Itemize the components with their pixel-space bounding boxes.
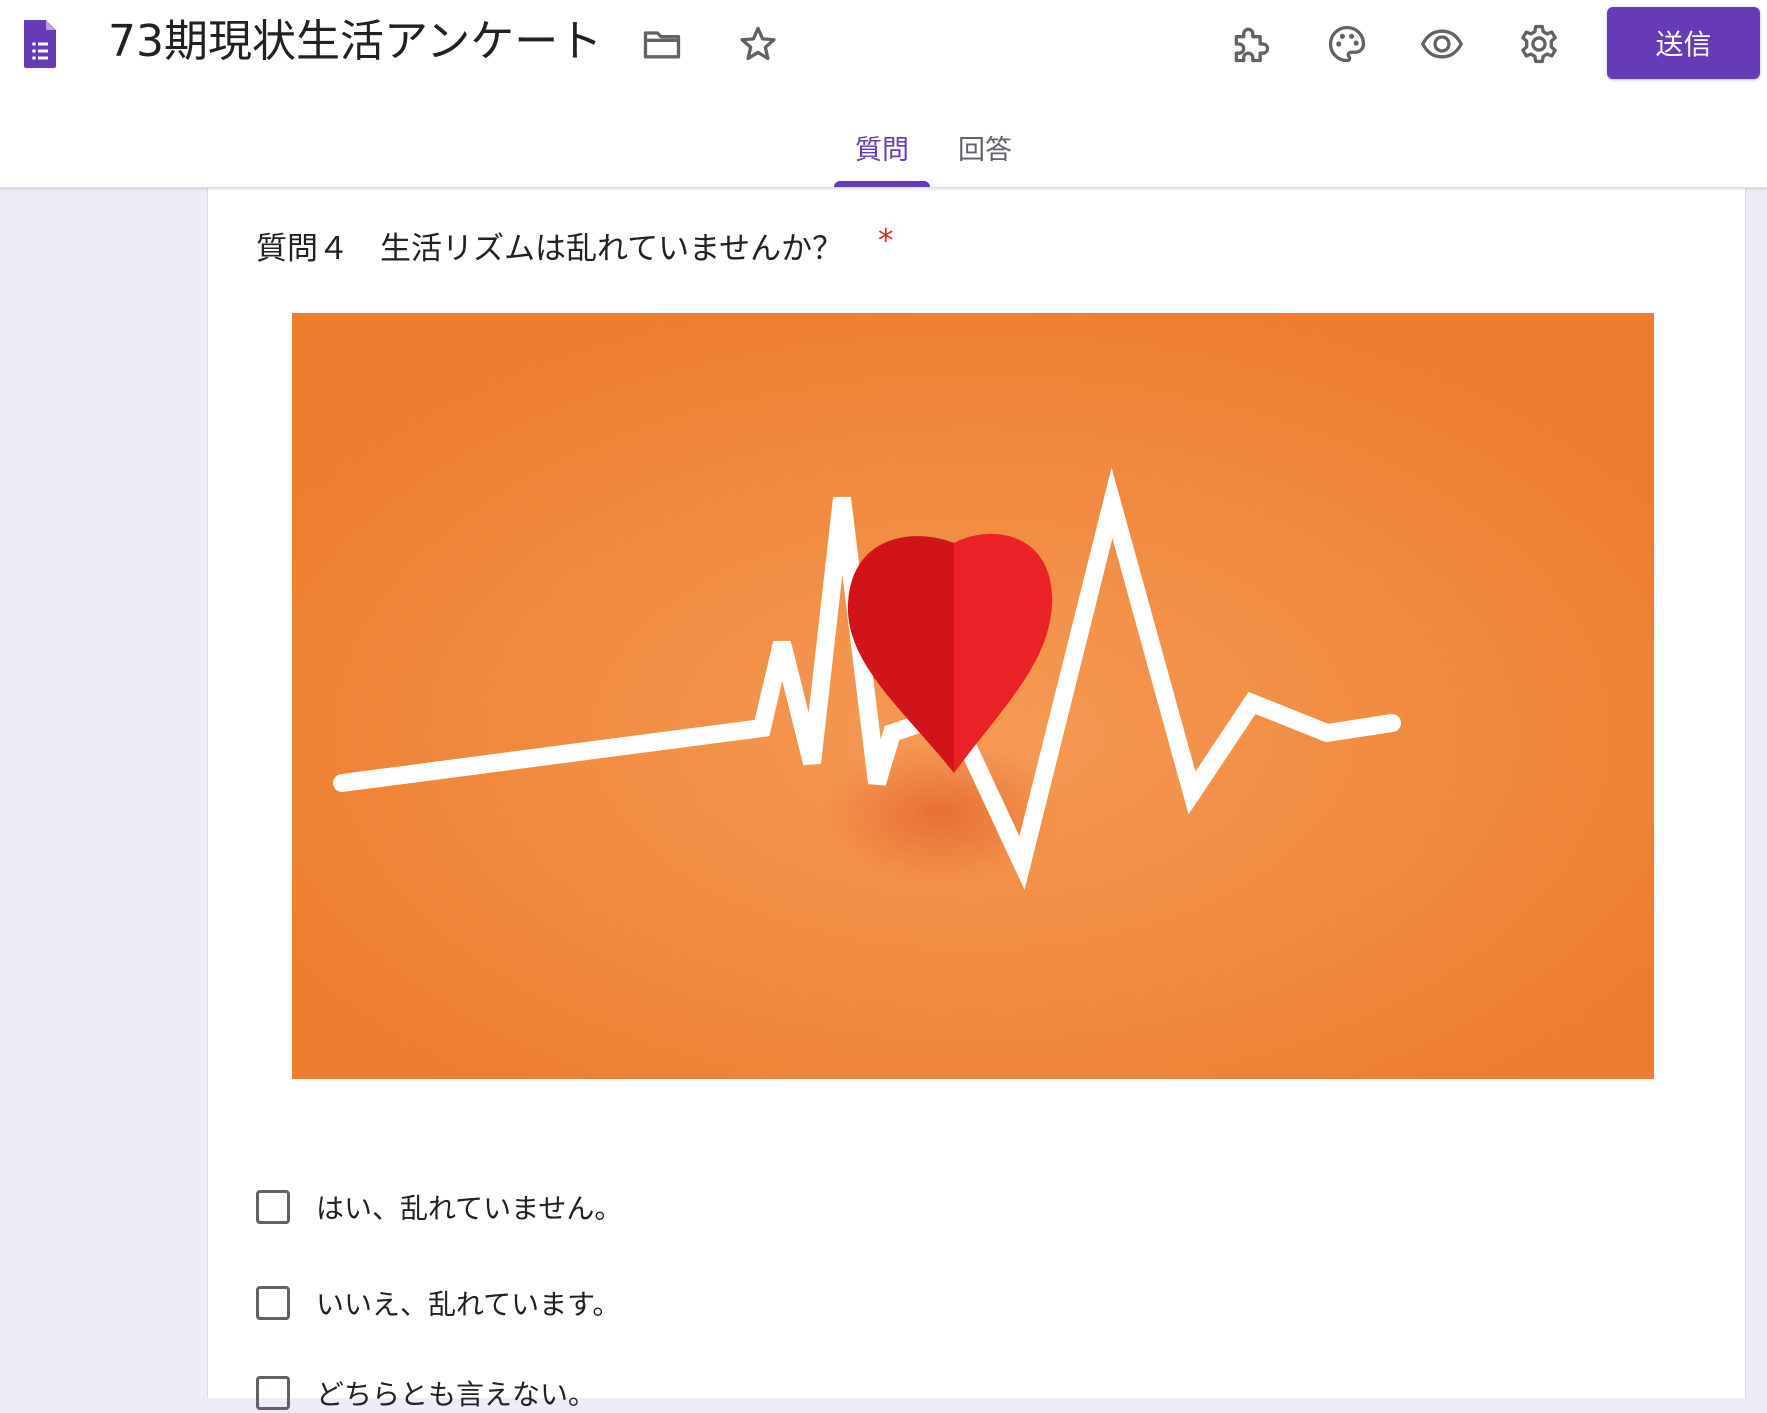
folder-icon[interactable] [632,14,692,74]
forms-logo-icon[interactable] [22,20,58,68]
tab-responses[interactable]: 回答 [958,128,1012,167]
settings-icon[interactable] [1509,14,1569,74]
required-mark: * [878,223,894,259]
tab-questions[interactable]: 質問 [855,128,909,167]
send-button[interactable]: 送信 [1607,7,1760,79]
star-icon[interactable] [728,14,788,74]
top-bar: 73期現状生活アンケート 送信 質問 回答 [0,0,1767,188]
checkbox[interactable] [256,1190,290,1224]
option-label: いいえ、乱れています。 [316,1288,621,1321]
preview-icon[interactable] [1412,14,1472,74]
option-yes[interactable]: はい、乱れていません。 [256,1187,622,1227]
option-label: はい、乱れていません。 [316,1192,623,1225]
option-label: どちらとも言えない。 [316,1378,597,1411]
question-card: 質問４ 生活リズムは乱れていませんか？ * はい、乱れていません。 いいえ、乱れ… [207,187,1746,1411]
checkbox[interactable] [256,1376,290,1410]
addon-icon[interactable] [1221,14,1281,74]
checkbox[interactable] [256,1286,290,1320]
question-title: 質問４ 生活リズムは乱れていませんか？ [256,231,844,267]
form-title[interactable]: 73期現状生活アンケート [108,14,602,70]
active-tab-indicator [834,181,930,187]
question-image [292,313,1654,1079]
palette-icon[interactable] [1317,14,1377,74]
option-no[interactable]: いいえ、乱れています。 [256,1283,620,1323]
option-neither[interactable]: どちらとも言えない。 [256,1373,596,1413]
